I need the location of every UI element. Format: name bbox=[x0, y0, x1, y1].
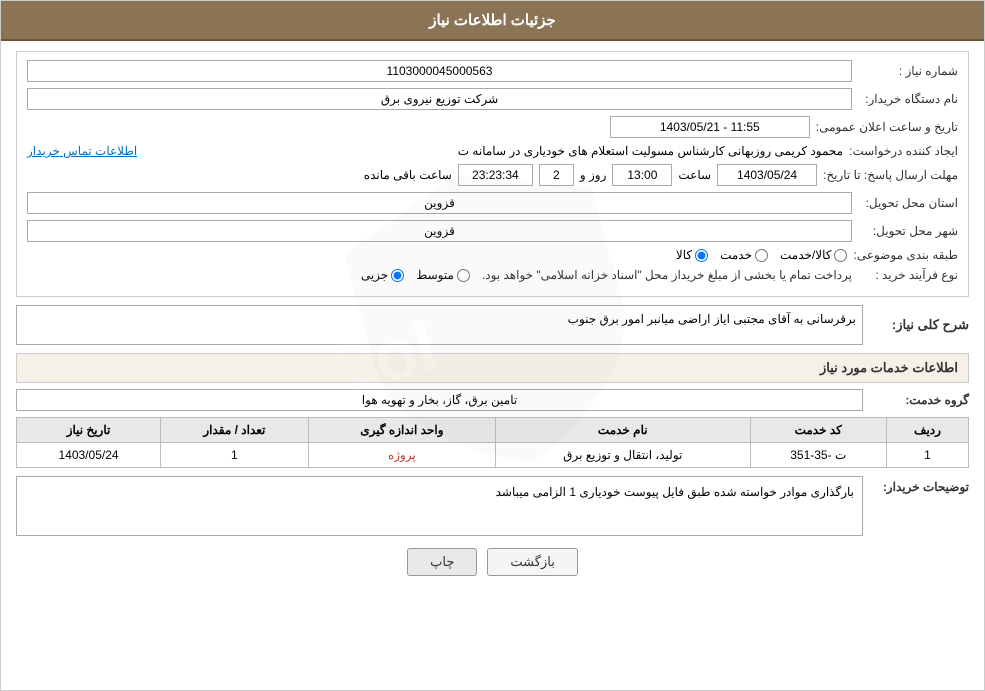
category-radio-khedmat[interactable] bbox=[755, 249, 768, 262]
button-row: بازگشت چاپ bbox=[16, 548, 969, 576]
deadline-time: 13:00 bbox=[612, 164, 672, 186]
category-option-kala-khedmat: کالا/خدمت bbox=[780, 248, 847, 262]
page-wrapper: جزئیات اطلاعات نیاز Col شماره نیاز : 110… bbox=[0, 0, 985, 691]
category-option-label-kala-khedmat: کالا/خدمت bbox=[780, 248, 831, 262]
process-option-motavasset: متوسط bbox=[416, 268, 470, 282]
services-title: اطلاعات خدمات مورد نیاز bbox=[820, 360, 958, 375]
print-button[interactable]: چاپ bbox=[407, 548, 477, 576]
table-body: 1 ت -35-351 تولید، انتقال و توزیع برق پر… bbox=[17, 443, 969, 468]
table-row: 1 ت -35-351 تولید، انتقال و توزیع برق پر… bbox=[17, 443, 969, 468]
col-name: نام خدمت bbox=[496, 418, 750, 443]
remaining-label: ساعت باقی مانده bbox=[364, 168, 452, 182]
table-header: ردیف کد خدمت نام خدمت واحد اندازه گیری ت… bbox=[17, 418, 969, 443]
category-label: طبقه بندی موضوعی: bbox=[853, 248, 958, 262]
unit-link-1[interactable]: پروژه bbox=[388, 448, 416, 462]
time-label: ساعت bbox=[678, 168, 711, 182]
city-value: قزوین bbox=[27, 220, 852, 242]
requester-label: نام دستگاه خریدار: bbox=[858, 92, 958, 106]
services-section-header: اطلاعات خدمات مورد نیاز bbox=[16, 353, 969, 383]
deadline-date: 1403/05/24 bbox=[717, 164, 817, 186]
col-unit: واحد اندازه گیری bbox=[308, 418, 495, 443]
creator-label: ایجاد کننده درخواست: bbox=[849, 144, 958, 158]
process-option-jozi: جزیی bbox=[361, 268, 404, 282]
process-label: نوع فرآیند خرید : bbox=[858, 268, 958, 282]
table-header-row: ردیف کد خدمت نام خدمت واحد اندازه گیری ت… bbox=[17, 418, 969, 443]
province-row: استان محل تحویل: قزوین bbox=[27, 192, 958, 214]
days-value: 2 bbox=[539, 164, 574, 186]
service-group-label: گروه خدمت: bbox=[869, 393, 969, 407]
back-button[interactable]: بازگشت bbox=[487, 548, 577, 576]
description-value: برقرسانی به آقای مجتبی ایاز اراضی میانبر… bbox=[16, 305, 863, 345]
page-title: جزئیات اطلاعات نیاز bbox=[429, 12, 556, 29]
city-label: شهر محل تحویل: bbox=[858, 224, 958, 238]
cell-unit-1: پروژه bbox=[308, 443, 495, 468]
requester-row: نام دستگاه خریدار: شرکت توزیع نیروی برق bbox=[27, 88, 958, 110]
col-row: ردیف bbox=[886, 418, 968, 443]
category-radio-kala[interactable] bbox=[695, 249, 708, 262]
order-number-row: شماره نیاز : 1103000045000563 bbox=[27, 60, 958, 82]
cell-code-1: ت -35-351 bbox=[750, 443, 886, 468]
buyer-desc-text: بارگذاری موادر خواسته شده طبق فایل پیوست… bbox=[496, 485, 854, 499]
process-option-label-motavasset: متوسط bbox=[416, 268, 454, 282]
announcement-row: تاریخ و ساعت اعلان عمومی: 1403/05/21 - 1… bbox=[27, 116, 958, 138]
announcement-value: 1403/05/21 - 11:55 bbox=[610, 116, 810, 138]
process-row: نوع فرآیند خرید : پرداخت تمام یا بخشی از… bbox=[27, 268, 958, 282]
service-group-row: گروه خدمت: تامین برق، گاز، بخار و تهویه … bbox=[16, 389, 969, 411]
page-header: جزئیات اطلاعات نیاز bbox=[1, 1, 984, 41]
cell-qty-1: 1 bbox=[161, 443, 309, 468]
order-number-value: 1103000045000563 bbox=[27, 60, 852, 82]
category-radio-kala-khedmat[interactable] bbox=[834, 249, 847, 262]
province-value: قزوین bbox=[27, 192, 852, 214]
announcement-label: تاریخ و ساعت اعلان عمومی: bbox=[816, 120, 958, 134]
process-note: پرداخت تمام یا بخشی از مبلغ خریداز محل "… bbox=[482, 268, 852, 282]
deadline-label: مهلت ارسال پاسخ: تا تاریخ: bbox=[823, 168, 958, 182]
province-label: استان محل تحویل: bbox=[858, 196, 958, 210]
creator-row: ایجاد کننده درخواست: محمود کریمی روزبهان… bbox=[27, 144, 958, 158]
col-qty: تعداد / مقدار bbox=[161, 418, 309, 443]
process-radio-motavasset[interactable] bbox=[457, 269, 470, 282]
process-option-label-jozi: جزیی bbox=[361, 268, 388, 282]
buyer-desc-box: بارگذاری موادر خواسته شده طبق فایل پیوست… bbox=[16, 476, 863, 536]
service-group-value: تامین برق، گاز، بخار و تهویه هوا bbox=[16, 389, 863, 411]
order-number-label: شماره نیاز : bbox=[858, 64, 958, 78]
description-row: شرح کلی نیاز: برقرسانی به آقای مجتبی ایا… bbox=[16, 305, 969, 345]
process-radio-jozi[interactable] bbox=[391, 269, 404, 282]
creator-value: محمود کریمی روزبهانی کارشناس مسولیت استع… bbox=[143, 144, 843, 158]
cell-date-1: 1403/05/24 bbox=[17, 443, 161, 468]
cell-name-1: تولید، انتقال و توزیع برق bbox=[496, 443, 750, 468]
category-radio-group: کالا/خدمت خدمت کالا bbox=[27, 248, 847, 262]
remaining-time: 23:23:34 bbox=[458, 164, 533, 186]
process-radio-group: پرداخت تمام یا بخشی از مبلغ خریداز محل "… bbox=[27, 268, 852, 282]
creator-contact-link[interactable]: اطلاعات تماس خریدار bbox=[27, 144, 137, 158]
category-option-label-khedmat: خدمت bbox=[720, 248, 752, 262]
services-table: ردیف کد خدمت نام خدمت واحد اندازه گیری ت… bbox=[16, 417, 969, 468]
requester-value: شرکت توزیع نیروی برق bbox=[27, 88, 852, 110]
category-option-label-kala: کالا bbox=[676, 248, 692, 262]
category-option-khedmat: خدمت bbox=[720, 248, 768, 262]
description-label: شرح کلی نیاز: bbox=[869, 317, 969, 333]
buyer-desc-row: توضیحات خریدار: بارگذاری موادر خواسته شد… bbox=[16, 476, 969, 536]
category-row: طبقه بندی موضوعی: کالا/خدمت خدمت کالا bbox=[27, 248, 958, 262]
order-info-section: شماره نیاز : 1103000045000563 نام دستگاه… bbox=[16, 51, 969, 297]
days-label: روز و bbox=[580, 168, 607, 182]
col-code: کد خدمت bbox=[750, 418, 886, 443]
deadline-row: مهلت ارسال پاسخ: تا تاریخ: 1403/05/24 سا… bbox=[27, 164, 958, 186]
category-option-kala: کالا bbox=[676, 248, 708, 262]
main-content: Col شماره نیاز : 1103000045000563 نام دس… bbox=[1, 41, 984, 598]
cell-row-1: 1 bbox=[886, 443, 968, 468]
col-date: تاریخ نیاز bbox=[17, 418, 161, 443]
content-area: Col شماره نیاز : 1103000045000563 نام دس… bbox=[16, 51, 969, 576]
city-row: شهر محل تحویل: قزوین bbox=[27, 220, 958, 242]
buyer-desc-label: توضیحات خریدار: bbox=[869, 476, 969, 494]
